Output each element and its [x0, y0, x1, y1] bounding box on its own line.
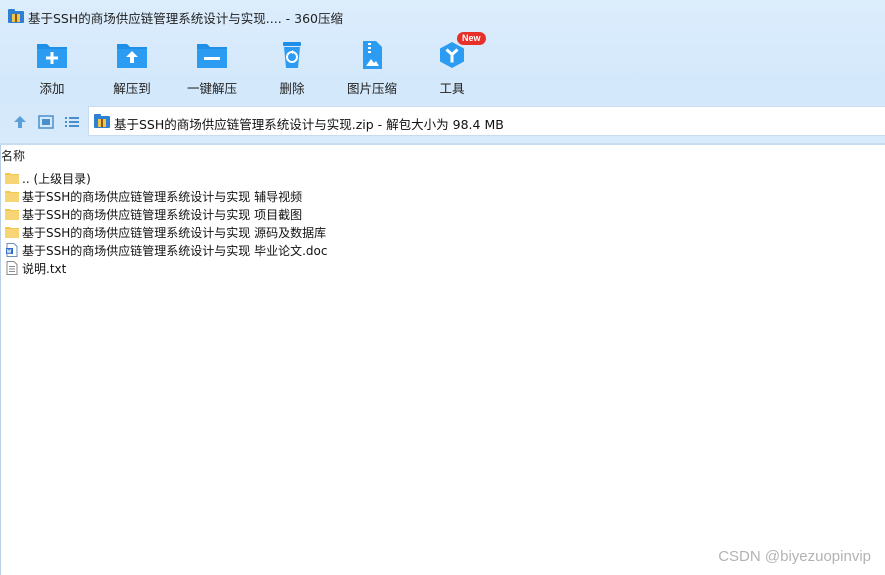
zip-file-icon — [94, 114, 110, 128]
column-header-name[interactable]: 名称 — [1, 147, 25, 164]
word-document-icon — [6, 243, 18, 257]
address-bar[interactable]: 基于SSH的商场供应链管理系统设计与实现.zip - 解包大小为 98.4 MB — [88, 106, 885, 136]
folder-icon — [5, 191, 19, 202]
watermark: CSDN @biyezuopinvip — [718, 548, 871, 565]
toolbar: 添加 解压到 一键解压 删除 图片压缩 New 工具 — [0, 32, 885, 100]
folder-icon — [5, 209, 19, 220]
folder-icon — [5, 173, 19, 184]
title-bar[interactable]: 基于SSH的商场供应链管理系统设计与实现.... - 360压缩 — [0, 0, 885, 32]
list-item[interactable]: 基于SSH的商场供应链管理系统设计与实现 毕业论文.doc — [5, 241, 327, 259]
top-chrome: 基于SSH的商场供应链管理系统设计与实现.... - 360压缩 添加 解压到 — [0, 0, 885, 144]
list-item[interactable]: 基于SSH的商场供应链管理系统设计与实现 项目截图 — [5, 205, 327, 223]
list-item[interactable]: .. (上级目录) — [5, 169, 327, 187]
extract-to-icon — [117, 44, 147, 68]
archive-app-icon — [8, 9, 24, 23]
extract-to-button[interactable]: 解压到 — [92, 36, 172, 98]
list-view-icon[interactable] — [63, 113, 81, 131]
address-text: 基于SSH的商场供应链管理系统设计与实现.zip - 解包大小为 98.4 MB — [114, 117, 504, 132]
navigation-bar: 基于SSH的商场供应链管理系统设计与实现.zip - 解包大小为 98.4 MB — [0, 106, 885, 138]
folder-icon — [5, 227, 19, 238]
tools-button[interactable]: New 工具 — [412, 32, 492, 98]
up-arrow-icon[interactable] — [11, 113, 29, 131]
add-button[interactable]: 添加 — [12, 36, 92, 98]
thumbnail-view-icon[interactable] — [37, 113, 55, 131]
add-folder-icon — [37, 44, 67, 68]
list-item[interactable]: 基于SSH的商场供应链管理系统设计与实现 源码及数据库 — [5, 223, 327, 241]
image-compress-icon — [363, 41, 382, 69]
text-file-icon — [6, 261, 18, 275]
new-badge: New — [457, 32, 486, 45]
window-title: 基于SSH的商场供应链管理系统设计与实现.... - 360压缩 — [28, 11, 343, 26]
list-item[interactable]: 基于SSH的商场供应链管理系统设计与实现 辅导视频 — [5, 187, 327, 205]
one-click-extract-icon — [197, 44, 227, 68]
one-click-extract-button[interactable]: 一键解压 — [172, 36, 252, 98]
file-list[interactable]: 名称 .. (上级目录) 基于SSH的商场供应链管理系统设计与实现 辅导视频 基… — [0, 145, 885, 575]
recycle-bin-icon — [283, 42, 301, 68]
list-item[interactable]: 说明.txt — [5, 259, 327, 277]
image-compress-button[interactable]: 图片压缩 — [332, 36, 412, 98]
delete-button[interactable]: 删除 — [252, 36, 332, 98]
